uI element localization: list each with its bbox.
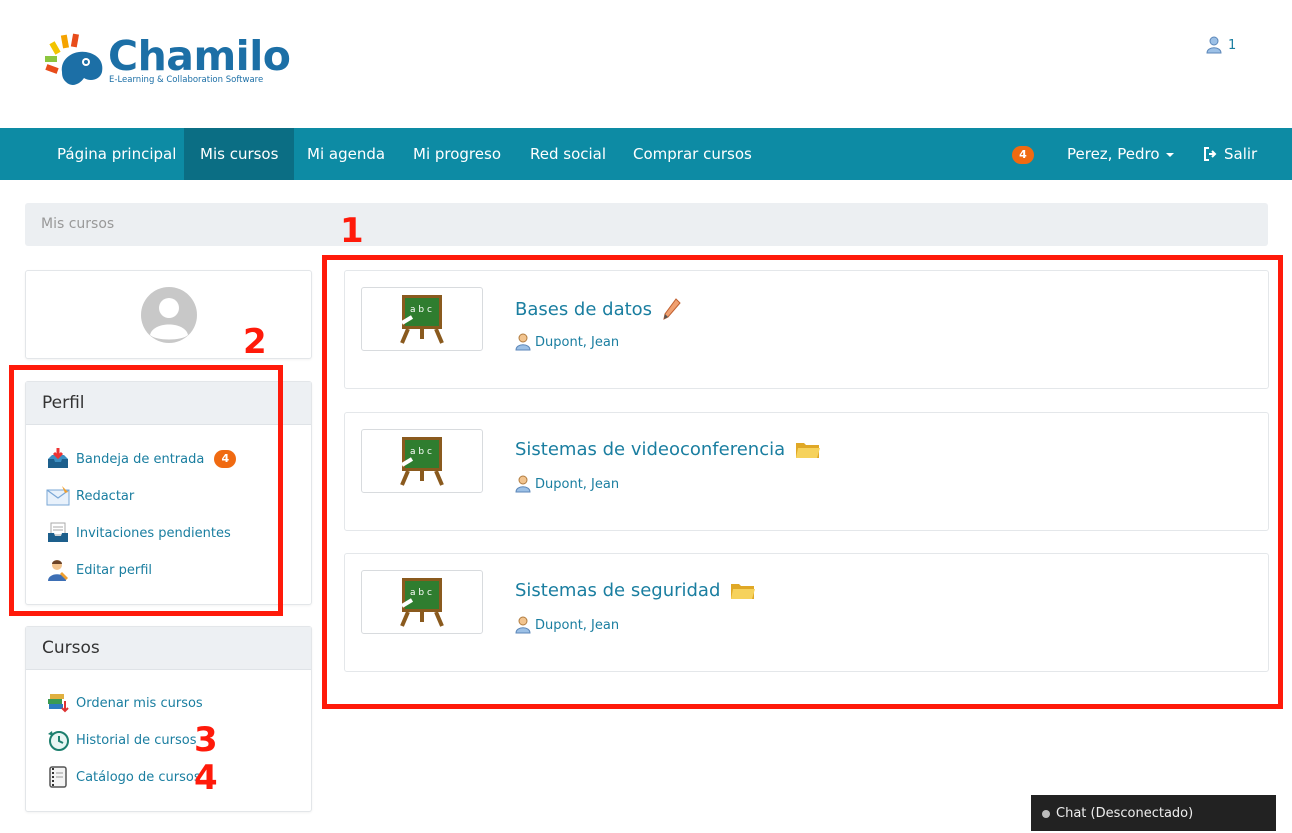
- online-users-count: 1: [1228, 37, 1237, 53]
- breadcrumb: Mis cursos: [25, 203, 1268, 246]
- logo-tagline: E-Learning & Collaboration Software: [109, 75, 264, 85]
- annotation-number: 1: [340, 211, 364, 251]
- online-users-indicator[interactable]: 1: [1206, 36, 1236, 54]
- logout-link[interactable]: Salir: [1188, 128, 1273, 180]
- caret-down-icon: [1165, 152, 1174, 157]
- user-menu-dropdown[interactable]: Perez, Pedro: [1051, 128, 1190, 180]
- catalog-icon: [49, 766, 67, 788]
- main-navbar: Página principal Mis cursos Mi agenda Mi…: [0, 128, 1292, 180]
- user-icon: [1206, 36, 1222, 54]
- annotation-number: 3: [194, 720, 218, 760]
- history-icon: [48, 731, 69, 751]
- user-menu-name: Perez, Pedro: [1067, 145, 1160, 163]
- avatar-panel: [25, 270, 312, 359]
- nav-my-courses[interactable]: Mis cursos: [184, 128, 295, 180]
- annotation-box-profile: [9, 365, 283, 616]
- nav-social[interactable]: Red social: [514, 128, 622, 180]
- sort-courses-label: Ordenar mis cursos: [76, 695, 203, 711]
- avatar[interactable]: [141, 287, 197, 343]
- course-history-label: Historial de cursos: [76, 732, 197, 748]
- logout-icon: [1204, 147, 1217, 161]
- notification-badge[interactable]: 4: [1012, 146, 1034, 164]
- logo-wordmark: Chamilo: [108, 32, 291, 80]
- course-catalog-label: Catálogo de cursos: [76, 769, 201, 785]
- course-catalog-link[interactable]: Catálogo de cursos: [46, 765, 201, 789]
- breadcrumb-current: Mis cursos: [41, 216, 115, 232]
- course-history-link[interactable]: Historial de cursos: [46, 728, 197, 752]
- site-header: Chamilo E-Learning & Collaboration Softw…: [0, 0, 1292, 128]
- chameleon-logo-icon: [45, 33, 103, 85]
- chat-label: Chat (Desconectado): [1056, 806, 1194, 821]
- logout-label: Salir: [1224, 145, 1258, 163]
- annotation-number: 4: [194, 758, 218, 798]
- annotation-box-courses: [322, 255, 1283, 709]
- sort-courses-link[interactable]: Ordenar mis cursos: [46, 691, 203, 715]
- chamilo-logo[interactable]: Chamilo E-Learning & Collaboration Softw…: [42, 32, 292, 94]
- nav-agenda[interactable]: Mi agenda: [291, 128, 401, 180]
- nav-home[interactable]: Página principal: [41, 128, 192, 180]
- nav-buy-courses[interactable]: Comprar cursos: [617, 128, 768, 180]
- chat-status-icon: [1042, 809, 1050, 818]
- courses-panel: Cursos Ordenar mis cursos Historial de c…: [25, 626, 312, 812]
- annotation-number: 2: [243, 322, 267, 362]
- nav-progress[interactable]: Mi progreso: [397, 128, 517, 180]
- chat-bar[interactable]: Chat (Desconectado): [1031, 795, 1276, 831]
- courses-panel-title: Cursos: [26, 627, 311, 670]
- sort-courses-icon: [48, 694, 69, 713]
